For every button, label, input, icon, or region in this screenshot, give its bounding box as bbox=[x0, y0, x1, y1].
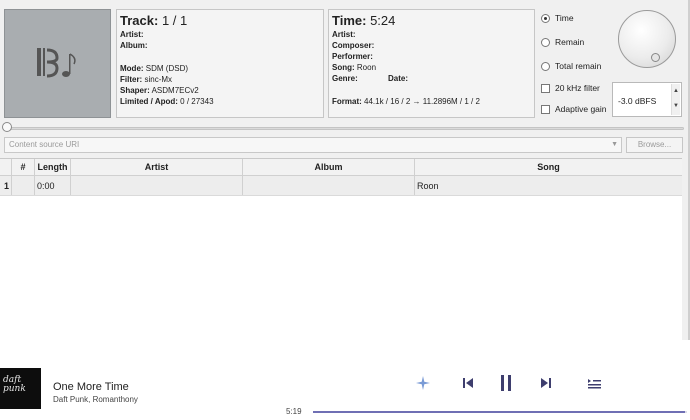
filter-value: sinc-Mx bbox=[144, 75, 173, 84]
radio-sparkle-icon[interactable] bbox=[413, 373, 433, 393]
playback-progress-fill bbox=[313, 411, 686, 413]
hqplayer-window: Track: 1 / 1 Artist: Album: Mode: SDM (D… bbox=[0, 0, 690, 340]
table-header: # Length Artist Album Song bbox=[0, 159, 682, 176]
music-note-icon bbox=[37, 48, 76, 78]
column-header-length[interactable]: Length bbox=[35, 159, 71, 175]
meta-artist-label: Artist: bbox=[332, 30, 356, 39]
checkbox-adaptive-box[interactable] bbox=[541, 104, 550, 114]
next-track-icon[interactable] bbox=[536, 373, 556, 393]
content-source-uri-input[interactable]: Content source URI ▼ bbox=[4, 137, 622, 153]
composer-label: Composer: bbox=[332, 41, 375, 50]
radio-remain-label: Remain bbox=[555, 37, 585, 47]
column-header-song[interactable]: Song bbox=[415, 159, 682, 175]
track-label: Track: bbox=[120, 13, 159, 28]
volume-knob-indicator bbox=[651, 53, 660, 62]
now-playing-bar: daft punk One More Time Daft Punk, Roman… bbox=[0, 365, 690, 420]
format-label: Format: bbox=[332, 97, 362, 106]
time-label: Time: bbox=[332, 13, 367, 28]
column-header-number[interactable]: # bbox=[12, 159, 35, 175]
chevron-down-icon[interactable]: ▼ bbox=[611, 138, 618, 152]
row-album bbox=[243, 176, 415, 195]
radio-total-remain-label: Total remain bbox=[555, 61, 602, 71]
pause-icon[interactable] bbox=[496, 373, 516, 393]
radio-remain-indicator[interactable] bbox=[541, 37, 550, 47]
gain-spinbox[interactable]: -3.0 dBFS ▲ ▼ bbox=[612, 82, 682, 117]
radio-remain[interactable]: Remain bbox=[541, 37, 584, 47]
date-label: Date: bbox=[388, 74, 409, 83]
album-label: Album: bbox=[120, 41, 148, 50]
limited-apod-label: Limited / Apod: bbox=[120, 97, 178, 106]
time-value: 5:24 bbox=[370, 13, 396, 28]
checkbox-adaptive-gain[interactable]: Adaptive gain bbox=[541, 104, 607, 114]
album-cover[interactable]: daft punk bbox=[0, 368, 41, 409]
playback-progress-bar[interactable] bbox=[313, 411, 687, 413]
radio-time-indicator[interactable] bbox=[541, 13, 550, 23]
genre-label: Genre: bbox=[332, 74, 358, 83]
elapsed-time: 5:19 bbox=[286, 407, 302, 416]
now-playing-artist[interactable]: Daft Punk, Romanthony bbox=[53, 395, 138, 404]
time-info-panel: Time: 5:24 Artist: Composer: Performer: … bbox=[328, 9, 535, 118]
song-label: Song: bbox=[332, 63, 355, 72]
row-length: 0:00 bbox=[35, 176, 71, 195]
volume-knob[interactable] bbox=[618, 10, 676, 68]
limited-apod-value: 0 / 27343 bbox=[180, 97, 214, 106]
now-playing-title[interactable]: One More Time bbox=[53, 381, 129, 393]
gain-value: -3.0 dBFS bbox=[618, 96, 657, 106]
mode-label: Mode: bbox=[120, 64, 144, 73]
filter-label: Filter: bbox=[120, 75, 143, 84]
track-value: 1 / 1 bbox=[161, 13, 188, 28]
column-spacer bbox=[0, 159, 12, 175]
radio-time[interactable]: Time bbox=[541, 13, 574, 23]
row-number: 1 bbox=[0, 176, 12, 195]
album-cover-logo: daft punk bbox=[3, 375, 26, 394]
track-info-panel: Track: 1 / 1 Artist: Album: Mode: SDM (D… bbox=[116, 9, 324, 118]
mode-value: SDM (DSD) bbox=[145, 64, 189, 73]
previous-track-icon[interactable] bbox=[458, 373, 478, 393]
playlist-table: # Length Artist Album Song 1 0:00 Roon bbox=[0, 158, 682, 340]
column-header-album[interactable]: Album bbox=[243, 159, 415, 175]
artist-label: Artist: bbox=[120, 30, 144, 39]
table-row[interactable]: 1 0:00 Roon bbox=[0, 176, 682, 196]
row-song: Roon bbox=[417, 181, 439, 191]
queue-icon[interactable] bbox=[584, 373, 604, 393]
checkbox-adaptive-label: Adaptive gain bbox=[555, 104, 607, 114]
song-value: Roon bbox=[356, 63, 377, 72]
checkbox-20khz-label: 20 kHz filter bbox=[555, 83, 600, 93]
gain-spin-arrows-icon[interactable]: ▲ ▼ bbox=[671, 84, 680, 115]
performer-label: Performer: bbox=[332, 52, 373, 61]
uri-placeholder: Content source URI bbox=[9, 140, 80, 149]
checkbox-20khz-box[interactable] bbox=[541, 83, 550, 93]
album-art-placeholder bbox=[4, 9, 111, 118]
seek-slider-handle[interactable] bbox=[2, 122, 12, 132]
radio-time-label: Time bbox=[555, 13, 574, 23]
radio-total-remain-indicator[interactable] bbox=[541, 61, 550, 71]
format-value: 44.1k / 16 / 2 → 11.2896M / 1 / 2 bbox=[364, 97, 480, 106]
row-artist bbox=[71, 176, 243, 195]
checkbox-20khz-filter[interactable]: 20 kHz filter bbox=[541, 83, 600, 93]
row-blank bbox=[12, 176, 35, 195]
seek-slider-track[interactable] bbox=[6, 127, 684, 130]
shaper-label: Shaper: bbox=[120, 86, 150, 95]
shaper-value: ASDM7ECv2 bbox=[151, 86, 199, 95]
column-header-artist[interactable]: Artist bbox=[71, 159, 243, 175]
radio-total-remain[interactable]: Total remain bbox=[541, 61, 601, 71]
browse-button[interactable]: Browse... bbox=[626, 137, 683, 153]
